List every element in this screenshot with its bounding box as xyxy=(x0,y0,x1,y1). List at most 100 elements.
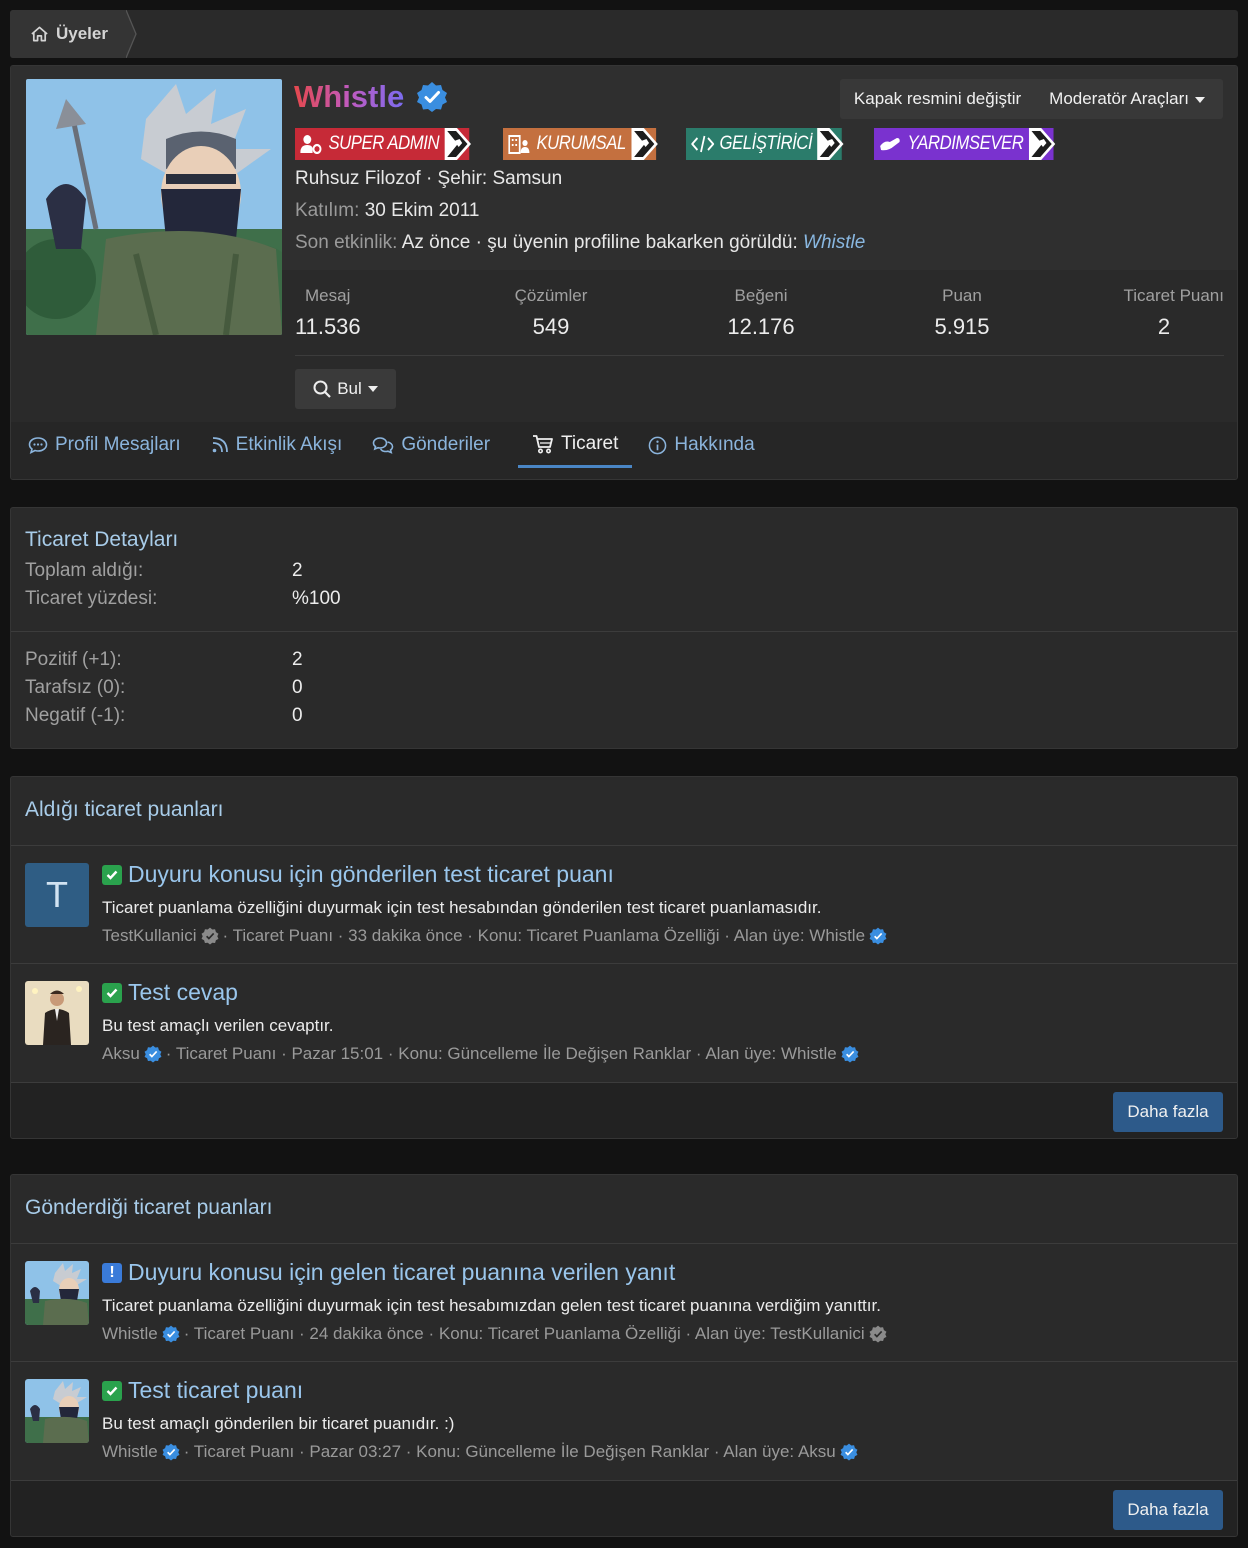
banner-label: KURUMSAL xyxy=(536,133,626,154)
tab-activity[interactable]: Etkinlik Akışı xyxy=(209,422,357,468)
stat-label: Çözümler xyxy=(514,286,588,305)
avatar[interactable] xyxy=(25,1379,89,1443)
more-button[interactable]: Daha fazla xyxy=(1113,1490,1223,1530)
verified-badge-icon xyxy=(162,1443,180,1461)
stat-points[interactable]: Puan 5.915 xyxy=(912,286,1012,340)
detail-value: %100 xyxy=(292,588,341,609)
tab-trade[interactable]: Ticaret xyxy=(518,422,633,468)
list-item: T Duyuru konusu için gönderilen test tic… xyxy=(11,845,1237,963)
detail-row: Tarafsız (0): 0 xyxy=(25,677,303,699)
banner-kurumsal: KURUMSAL xyxy=(502,128,658,160)
author-link[interactable]: Whistle xyxy=(102,1442,158,1462)
profile-avatar[interactable] xyxy=(26,79,282,335)
list-item: ! Duyuru konusu için gelen ticaret puanı… xyxy=(11,1243,1237,1361)
profile-tabs: Profil Mesajları Etkinlik Akışı Gönderil… xyxy=(11,422,1237,479)
comments-icon xyxy=(373,437,394,454)
banner-ribbon-icon xyxy=(444,128,471,160)
detail-value: 2 xyxy=(292,649,303,670)
verified-gray-icon xyxy=(201,927,218,945)
tab-profile-posts[interactable]: Profil Mesajları xyxy=(26,422,195,468)
detail-label: Negatif (-1): xyxy=(25,705,126,726)
author-link[interactable]: Whistle xyxy=(102,1324,158,1344)
breadcrumb-bar: Üyeler xyxy=(10,10,1238,58)
received-title: Aldığı ticaret puanları xyxy=(25,798,224,821)
profile-username[interactable]: Whistle xyxy=(294,79,404,115)
code-icon xyxy=(691,135,715,153)
sent-trades-card: Gönderdiği ticaret puanları ! Duyuru kon… xyxy=(10,1174,1238,1537)
stat-trade-points[interactable]: Ticaret Puanı 2 xyxy=(1104,286,1224,340)
user-banners: SUPER ADMIN KURUMSAL GELİŞTİRİCİ YARDIMS… xyxy=(295,128,1077,160)
avatar[interactable] xyxy=(25,1261,89,1325)
profile-stats: Mesaj 11.536 Çözümler 549 Beğeni 12.176 … xyxy=(295,270,1224,356)
list-item: Test cevap Bu test amaçlı verilen cevapt… xyxy=(11,963,1237,1081)
stat-value: 2 xyxy=(1157,314,1171,339)
item-title-link[interactable]: Test cevap xyxy=(102,979,238,1006)
search-icon xyxy=(313,380,331,398)
item-meta-text: · Ticaret Puanı · 33 dakika önce · Konu:… xyxy=(222,926,866,945)
item-title: Test ticaret puanı xyxy=(128,1377,304,1403)
hands-helping-icon xyxy=(879,138,900,151)
moderator-tools-button[interactable]: Moderatör Araçları xyxy=(1049,89,1205,109)
activity-label: Son etkinlik: xyxy=(295,232,398,253)
user-title-line: Ruhsuz Filozof · Şehir: Samsun xyxy=(295,168,563,189)
author-link[interactable]: TestKullanici xyxy=(102,926,197,946)
trade-details-card: Ticaret Detayları Toplam aldığı: 2 Ticar… xyxy=(10,507,1238,749)
tab-about[interactable]: Hakkında xyxy=(646,422,768,468)
caret-down-icon xyxy=(367,386,378,392)
item-title-link[interactable]: Duyuru konusu için gönderilen test ticar… xyxy=(102,861,614,888)
comment-icon xyxy=(28,437,48,454)
more-button[interactable]: Daha fazla xyxy=(1113,1092,1223,1132)
item-meta: Whistle · Ticaret Puanı · Pazar 03:27 · … xyxy=(102,1442,858,1462)
banner-label: SUPER ADMIN xyxy=(328,133,440,154)
joined-line: Katılım: 30 Ekim 2011 xyxy=(295,200,479,222)
card-footer: Daha fazla xyxy=(11,1480,1237,1536)
user-cog-icon xyxy=(300,135,322,154)
caret-down-icon xyxy=(1195,96,1205,103)
item-meta-text: · Ticaret Puanı · Pazar 03:27 · Konu: Gü… xyxy=(183,1442,836,1461)
stat-label: Mesaj xyxy=(305,286,351,305)
banner-helpful: YARDIMSEVER xyxy=(873,128,1055,160)
item-description: Bu test amaçlı gönderilen bir ticaret pu… xyxy=(102,1414,455,1433)
detail-row: Toplam aldığı: 2 xyxy=(25,560,341,582)
cart-icon xyxy=(533,434,553,454)
banner-ribbon-icon xyxy=(817,128,845,160)
activity-link[interactable]: Whistle xyxy=(803,232,865,253)
verified-badge-icon xyxy=(841,1045,859,1063)
check-icon xyxy=(102,982,122,1003)
avatar[interactable] xyxy=(25,981,89,1045)
item-title: Duyuru konusu için gelen ticaret puanına… xyxy=(128,1259,676,1285)
profile-header: Whistle Kapak resmini değiştir Moderatör… xyxy=(10,65,1238,480)
list-item: Test ticaret puanı Bu test amaçlı gönder… xyxy=(11,1361,1237,1479)
rss-icon xyxy=(212,437,228,453)
banner-super-admin: SUPER ADMIN xyxy=(295,128,471,160)
avatar[interactable]: T xyxy=(25,863,89,927)
stat-messages[interactable]: Mesaj 11.536 xyxy=(295,286,361,340)
item-title-link[interactable]: Test ticaret puanı xyxy=(102,1377,303,1404)
moderator-tools-label: Moderatör Araçları xyxy=(1049,89,1189,108)
banner-label: GELİŞTİRİCİ xyxy=(719,133,813,154)
tab-posts[interactable]: Gönderiler xyxy=(370,422,504,468)
profile-top-buttons: Kapak resmini değiştir Moderatör Araçlar… xyxy=(839,79,1223,119)
tab-label: Profil Mesajları xyxy=(55,434,181,455)
stat-label: Puan xyxy=(942,286,982,305)
find-button[interactable]: Bul xyxy=(295,369,396,409)
stat-value: 11.536 xyxy=(295,314,361,339)
last-activity-line: Son etkinlik: Az önce · şu üyenin profil… xyxy=(295,232,865,254)
detail-label: Pozitif (+1): xyxy=(25,649,122,670)
item-description: Bu test amaçlı verilen cevaptır. xyxy=(102,1016,334,1035)
tab-label: Etkinlik Akışı xyxy=(235,434,343,455)
home-icon xyxy=(31,26,48,42)
author-link[interactable]: Aksu xyxy=(102,1044,140,1064)
exclamation-icon: ! xyxy=(102,1262,122,1283)
verified-badge-icon xyxy=(840,1443,858,1461)
change-cover-button[interactable]: Kapak resmini değiştir xyxy=(854,89,1021,109)
verified-badge-icon xyxy=(162,1325,180,1343)
stat-likes[interactable]: Beğeni 12.176 xyxy=(711,286,811,340)
item-description: Ticaret puanlama özelliğini duyurmak içi… xyxy=(102,1296,881,1315)
item-description: Ticaret puanlama özelliğini duyurmak içi… xyxy=(102,898,822,917)
verified-badge-icon xyxy=(417,82,447,112)
activity-value: Az önce · şu üyenin profiline bakarken g… xyxy=(401,232,798,253)
stat-solutions[interactable]: Çözümler 549 xyxy=(501,286,601,340)
item-meta: Aksu · Ticaret Puanı · Pazar 15:01 · Kon… xyxy=(102,1044,859,1064)
item-title-link[interactable]: ! Duyuru konusu için gelen ticaret puanı… xyxy=(102,1259,675,1286)
